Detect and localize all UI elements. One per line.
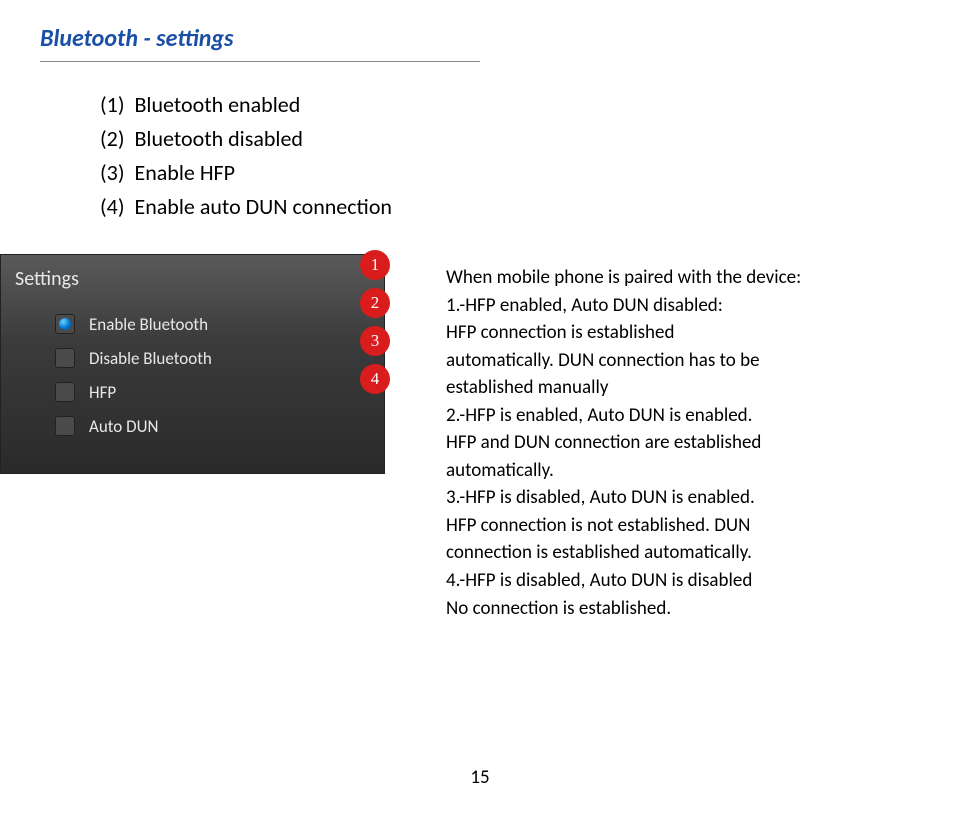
setting-label: Enable Bluetooth — [89, 314, 208, 335]
callout-badge: 2 — [360, 288, 390, 318]
setting-label: HFP — [89, 382, 116, 403]
setting-label: Disable Bluetooth — [89, 348, 212, 369]
setting-row-enable-bluetooth: Enable Bluetooth — [55, 307, 370, 341]
list-item: (1) Bluetooth enabled — [100, 88, 410, 122]
callout-badge: 4 — [360, 364, 390, 394]
panel-heading: Settings — [15, 267, 370, 291]
numbered-list: (1) Bluetooth enabled (2) Bluetooth disa… — [100, 88, 410, 224]
setting-row-disable-bluetooth: Disable Bluetooth — [55, 341, 370, 375]
setting-row-hfp: HFP — [55, 375, 370, 409]
callout-badge: 1 — [360, 250, 390, 280]
setting-label: Auto DUN — [89, 416, 158, 437]
callout-badge: 3 — [360, 326, 390, 356]
radio-on-icon — [55, 314, 75, 334]
setting-row-auto-dun: Auto DUN — [55, 409, 370, 443]
radio-off-icon — [55, 348, 75, 368]
list-item: (3) Enable HFP — [100, 156, 410, 190]
explanation-text: When mobile phone is paired with the dev… — [446, 88, 916, 622]
settings-panel-screenshot: Settings Enable Bluetooth Disable Blueto… — [0, 254, 385, 474]
list-item: (2) Bluetooth disabled — [100, 122, 410, 156]
title-rule — [40, 61, 480, 62]
page-title: Bluetooth - settings — [40, 24, 920, 53]
list-item: (4) Enable auto DUN connection — [100, 190, 410, 224]
checkbox-off-icon — [55, 382, 75, 402]
checkbox-off-icon — [55, 416, 75, 436]
page-number: 15 — [0, 766, 960, 789]
